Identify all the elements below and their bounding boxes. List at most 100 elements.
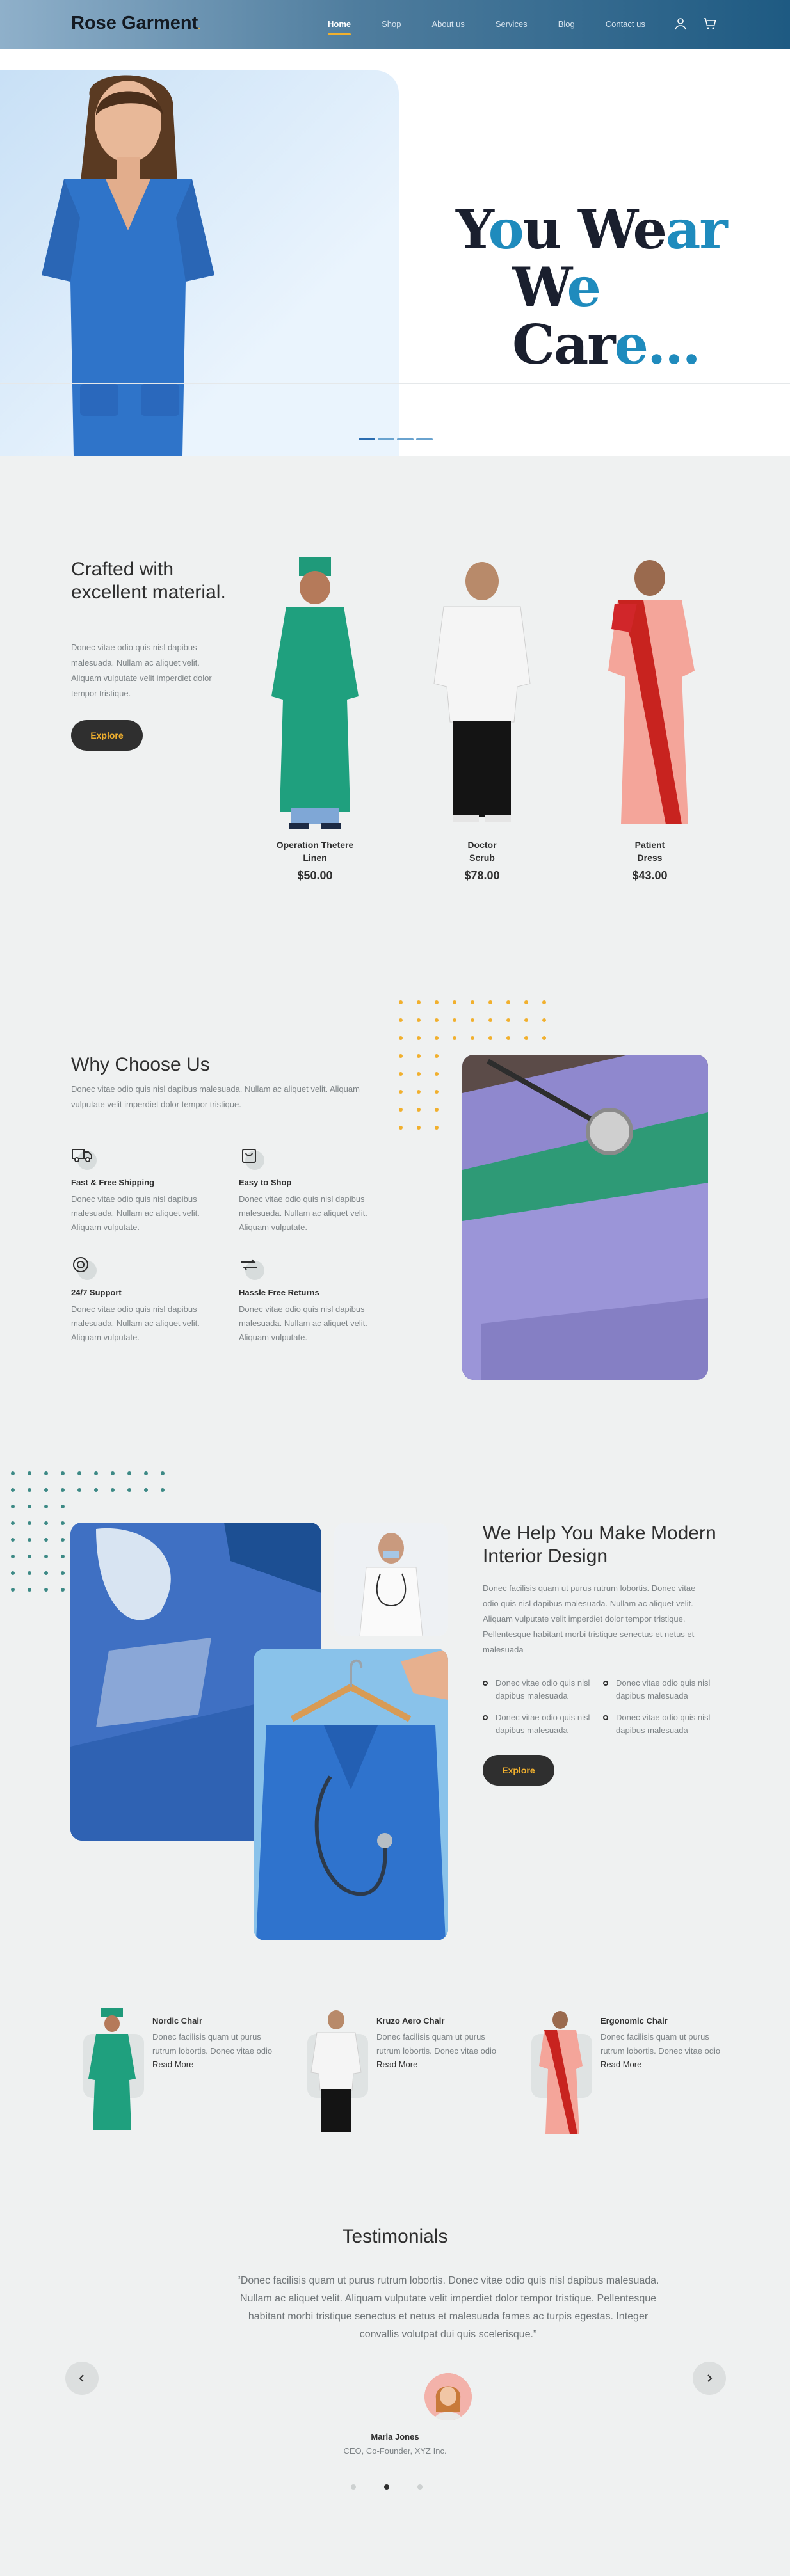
bullet-dot [483,1681,488,1686]
feature-item: 24/7 Support Donec vitae odio quis nisl … [71,1254,206,1345]
nav-contact[interactable]: Contact us [606,19,645,29]
feature-title: Hassle Free Returns [239,1288,319,1297]
avatar [424,2373,472,2420]
product-name-line: Patient [634,840,665,850]
bullet-text: Donec vitae odio quis nisl dapibus males… [616,1678,711,1700]
feature-title: Fast & Free Shipping [71,1178,155,1187]
feature-item: Easy to Shop Donec vitae odio quis nisl … [239,1144,373,1235]
brand-dot: . [198,20,201,31]
feature-text: Donec vitae odio quis nisl dapibus males… [71,1194,200,1232]
read-more-link[interactable]: Read More [376,2060,417,2069]
support-icon [71,1254,97,1280]
cart-icon[interactable] [703,17,717,31]
testimonial-dot[interactable] [384,2484,389,2490]
small-product-title: Ergonomic Chair [601,2016,668,2026]
nav-icons [673,17,717,31]
help-text: Donec facilisis quam ut purus rutrum lob… [483,1583,696,1654]
product-card[interactable]: Operation Thetere Linen $50.00 [251,556,379,883]
bullet-text: Donec vitae odio quis nisl dapibus males… [496,1713,590,1735]
product-card[interactable]: Doctor Scrub $78.00 [418,556,546,883]
help-explore-button[interactable]: Explore [483,1755,554,1786]
why-text: Donec vitae odio quis nisl dapibus males… [71,1084,360,1109]
hero-text-part: Car [512,313,616,376]
read-more-link[interactable]: Read More [601,2060,641,2069]
nav-home[interactable]: Home [328,19,351,35]
read-more-link[interactable]: Read More [152,2060,193,2069]
next-testimonial-button[interactable] [693,2362,726,2395]
bullet-dot [603,1681,608,1686]
hero-text-part: Y [456,198,490,261]
hero-carousel-dots [359,438,433,440]
nav-blog[interactable]: Blog [558,19,575,29]
product-price: $50.00 [297,869,333,882]
explore-button[interactable]: Explore [71,720,143,751]
hero-text-part: e [633,198,667,261]
hero-divider [0,383,790,384]
product-name-line: Operation Thetere [276,840,354,850]
brand-logo[interactable]: Rose Garment. [71,13,200,34]
bullet-dot [483,1715,488,1720]
testimonial-dot[interactable] [351,2484,356,2490]
bullet-dot [603,1715,608,1720]
crafted-title: Crafted with excellent material. [71,559,226,603]
product-price: $43.00 [632,869,668,882]
bullet-text: Donec vitae odio quis nisl dapibus males… [496,1678,590,1700]
testimonial-name: Maria Jones [371,2432,419,2442]
hero-title: You Wear We Care... [456,201,790,374]
nav-shop[interactable]: Shop [382,19,401,29]
hero-text-accent: ... [647,313,701,376]
product-name-line: Scrub [469,852,495,863]
chevron-right-icon [707,2374,713,2382]
doctor-image [334,1523,448,1636]
help-title: We Help You Make Modern Interior Design [483,1523,716,1567]
product-name: Doctor Scrub [418,838,546,864]
main-menu: Home Shop About us Services Blog Contact… [328,19,676,35]
small-product-card[interactable]: Ergonomic Chair Donec facilisis quam ut … [525,2008,736,2143]
small-product-title: Nordic Chair [152,2016,203,2026]
hero: You Wear We Care... [0,49,790,456]
chevron-left-icon [79,2374,84,2382]
help-bullet: Donec vitae odio quis nisl dapibus males… [603,1677,716,1702]
why-title: Why Choose Us [71,1054,210,1075]
small-product-card[interactable]: Kruzo Aero Chair Donec facilisis quam ut… [301,2008,512,2143]
carousel-dot[interactable] [397,438,414,440]
shopping-bag-icon [239,1144,264,1170]
nav-about[interactable]: About us [432,19,465,29]
small-product-title: Kruzo Aero Chair [376,2016,445,2026]
feature-item: Hassle Free Returns Donec vitae odio qui… [239,1254,373,1345]
hero-text-accent: e [614,313,649,376]
carousel-dot[interactable] [378,438,394,440]
hero-text-accent: ar [665,198,728,261]
help-bullet: Donec vitae odio quis nisl dapibus males… [603,1711,716,1737]
carousel-dot[interactable] [359,438,375,440]
feature-item: Fast & Free Shipping Donec vitae odio qu… [71,1144,206,1235]
help-bullet: Donec vitae odio quis nisl dapibus males… [483,1677,595,1702]
hero-image [0,70,399,456]
small-product-card[interactable]: Nordic Chair Donec facilisis quam ut pur… [77,2008,288,2143]
product-name-line: Doctor [467,840,497,850]
product-thumbnail [88,2008,136,2130]
hanger-scrub-image [254,1649,448,1940]
page: Rose Garment. Home Shop About us Service… [0,0,790,2576]
feature-text: Donec vitae odio quis nisl dapibus males… [239,1304,367,1342]
testimonial-dot[interactable] [417,2484,423,2490]
feature-text: Donec vitae odio quis nisl dapibus males… [71,1304,200,1342]
hero-text-part: u W [522,198,634,261]
top-nav: Rose Garment. Home Shop About us Service… [0,0,790,49]
product-price: $78.00 [464,869,500,882]
scrubs-stethoscope-image [462,1055,708,1380]
feature-title: Easy to Shop [239,1178,292,1187]
nav-services[interactable]: Services [496,19,528,29]
product-thumbnail [539,2011,583,2134]
user-icon[interactable] [673,17,688,31]
product-card[interactable]: Patient Dress $43.00 [586,556,714,883]
prev-testimonial-button[interactable] [65,2362,99,2395]
product-name: Patient Dress [586,838,714,864]
small-product-text: Donec facilisis quam ut purus rutrum lob… [152,2032,273,2056]
help-bullet: Donec vitae odio quis nisl dapibus males… [483,1711,595,1737]
brand-name: Rose Garment [71,13,198,33]
help-bullets: Donec vitae odio quis nisl dapibus males… [483,1677,720,1737]
carousel-dot[interactable] [416,438,433,440]
product-name-line: Linen [303,852,327,863]
product-image [418,556,546,831]
